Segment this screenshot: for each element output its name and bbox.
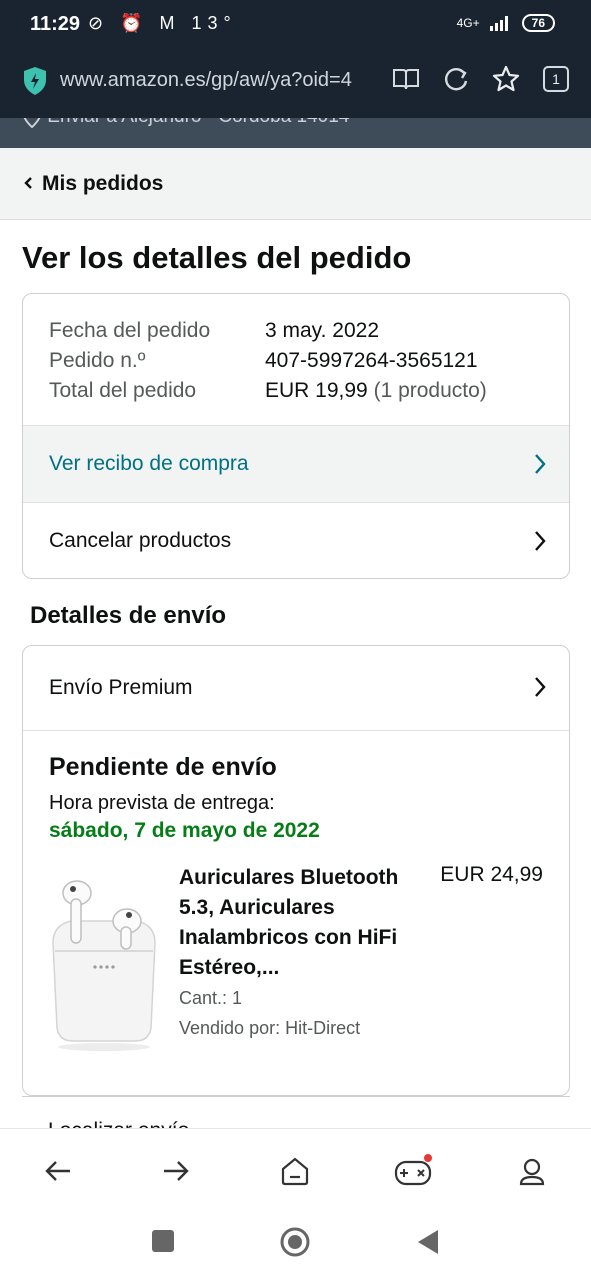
- tab-count: 1: [543, 66, 569, 92]
- signal-icon: [489, 16, 508, 31]
- reader-mode-icon[interactable]: [391, 64, 421, 94]
- home-icon[interactable]: [275, 1151, 315, 1191]
- breadcrumb[interactable]: Mis pedidos: [0, 148, 591, 220]
- shipping-method-link[interactable]: Envío Premium: [23, 646, 569, 730]
- battery-indicator: 76: [521, 14, 555, 32]
- browser-toolbar: www.amazon.es/gp/aw/ya?oid=4 1: [0, 50, 591, 118]
- location-pin-icon: [23, 118, 41, 129]
- order-summary: Fecha del pedido 3 may. 2022 Pedido n.º …: [23, 294, 569, 425]
- clock: 11:29: [30, 13, 81, 35]
- chevron-right-icon: [535, 531, 546, 551]
- shipment-status-heading: Pendiente de envío: [49, 753, 277, 781]
- back-button[interactable]: [414, 1228, 442, 1261]
- games-icon[interactable]: [393, 1151, 433, 1191]
- shipment-status: Pendiente de envío Hora prevista de entr…: [23, 730, 569, 1073]
- page-title: Ver los detalles del pedido: [22, 240, 412, 275]
- recents-button[interactable]: [150, 1228, 176, 1259]
- order-item: Auriculares Bluetooth 5.3, Auriculares I…: [49, 863, 543, 1073]
- reload-icon[interactable]: [441, 64, 471, 94]
- profile-icon[interactable]: [512, 1151, 552, 1191]
- system-nav-bar: [0, 1210, 591, 1280]
- product-seller: Vendido por: Hit-Direct: [179, 1018, 361, 1038]
- cancel-products-link[interactable]: Cancelar productos: [23, 502, 569, 578]
- shipping-section-title: Detalles de envío: [30, 602, 227, 629]
- deliver-to-text: Enviar a Alejandro - Córdoba 14014: [22, 118, 349, 129]
- chevron-right-icon: [535, 677, 546, 697]
- summary-row-total: Total del pedido EUR 19,99 (1 producto): [49, 379, 487, 402]
- tab-switcher-button[interactable]: 1: [541, 64, 571, 94]
- chevron-right-icon: [535, 454, 546, 474]
- eta-label: Hora prevista de entrega:: [49, 792, 275, 814]
- bookmark-star-icon[interactable]: [491, 64, 521, 94]
- track-shipment-row[interactable]: Localizar envío: [22, 1096, 570, 1131]
- shipping-method-label: Envío Premium: [49, 676, 193, 699]
- summary-row-date: Fecha del pedido 3 may. 2022: [49, 319, 380, 342]
- product-count: (1 producto): [373, 379, 487, 402]
- network-label: 4G+: [456, 16, 480, 30]
- eta-date: sábado, 7 de mayo de 2022: [49, 819, 320, 842]
- product-name-link[interactable]: Auriculares Bluetooth 5.3, Auriculares I…: [179, 863, 419, 983]
- order-summary-card: Fecha del pedido 3 may. 2022 Pedido n.º …: [22, 293, 570, 579]
- view-receipt-link[interactable]: Ver recibo de compra: [23, 425, 569, 502]
- browser-bottom-nav: [0, 1128, 591, 1210]
- order-total: EUR 19,99: [265, 379, 368, 402]
- deliver-to-bar[interactable]: Enviar a Alejandro - Córdoba 14014: [0, 118, 591, 148]
- cancel-products-label: Cancelar productos: [49, 529, 232, 552]
- url-field[interactable]: www.amazon.es/gp/aw/ya?oid=4: [60, 69, 380, 92]
- shipment-card: Envío Premium Pendiente de envío Hora pr…: [22, 645, 570, 1096]
- chevron-left-icon: [24, 177, 32, 189]
- status-indicators: ⊘ ⏰ M 13°: [88, 13, 237, 33]
- product-image[interactable]: [49, 863, 159, 1053]
- back-arrow-icon[interactable]: [38, 1151, 78, 1191]
- home-button[interactable]: [279, 1226, 311, 1263]
- forward-arrow-icon[interactable]: [156, 1151, 196, 1191]
- summary-row-order-number: Pedido n.º 407-5997264-3565121: [49, 349, 478, 372]
- product-price: EUR 24,99: [440, 863, 543, 886]
- product-quantity: Cant.: 1: [179, 988, 243, 1008]
- view-receipt-label: Ver recibo de compra: [49, 452, 249, 475]
- status-bar: 11:29 ⊘ ⏰ M 13° 4G+ 76: [0, 0, 591, 50]
- secure-shield-icon[interactable]: [22, 66, 48, 96]
- breadcrumb-label[interactable]: Mis pedidos: [42, 172, 163, 196]
